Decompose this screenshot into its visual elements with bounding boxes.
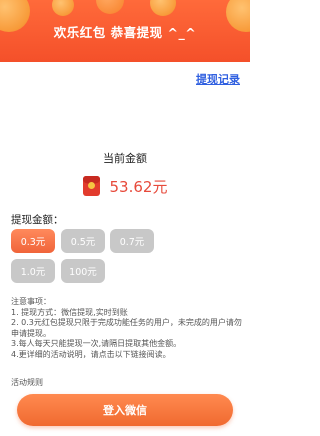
notes-line: 4.更详细的活动说明，请点击以下链接阅读。 xyxy=(11,349,171,359)
coin-decoration xyxy=(52,0,74,16)
activity-rules-link[interactable]: 活动规则 xyxy=(11,377,43,388)
coin-decoration xyxy=(96,0,124,14)
header-banner: 欢乐红包 恭喜提现 ^_^ xyxy=(0,0,250,62)
withdraw-record-link[interactable]: 提现记录 xyxy=(196,71,240,87)
page-title: 欢乐红包 恭喜提现 ^_^ xyxy=(53,25,197,40)
coin-decoration xyxy=(150,0,176,16)
notes-title: 注意事项： xyxy=(11,297,51,306)
amount-option-1-0[interactable]: 1.0元 xyxy=(11,259,55,283)
amount-option-0-5[interactable]: 0.5元 xyxy=(61,229,105,253)
balance-value: 53.62元 xyxy=(109,177,168,196)
notes-section: 注意事项： 1. 提现方式：微信提现,实时到账 2. 0.3元红包提现只限于完成… xyxy=(11,297,243,360)
balance-row: 53.62元 xyxy=(0,174,250,198)
red-packet-icon xyxy=(82,176,100,196)
notes-line: 1. 提现方式：微信提现,实时到账 xyxy=(11,307,128,317)
wechat-login-button[interactable]: 登入微信 xyxy=(17,394,233,426)
notes-line: 2. 0.3元红包提现只限于完成功能任务的用户，未完成的用户请勿申请提现。 xyxy=(11,318,242,338)
withdraw-amount-label: 提现金额： xyxy=(11,214,64,226)
amount-option-100[interactable]: 100元 xyxy=(61,259,105,283)
balance-label: 当前金额 xyxy=(103,152,147,165)
notes-line: 3.每人每天只能提现一次,请隔日提取其他金额。 xyxy=(11,339,182,348)
amount-option-0-3[interactable]: 0.3元 xyxy=(11,229,55,253)
amount-option-0-7[interactable]: 0.7元 xyxy=(110,229,154,253)
